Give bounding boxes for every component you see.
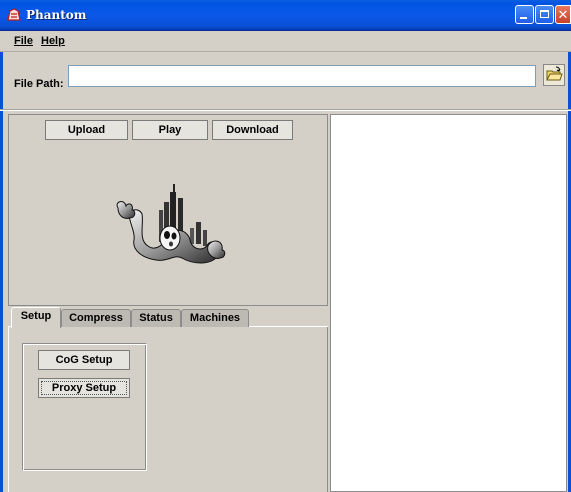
menu-file-label: File: [14, 35, 33, 47]
app-icon: [7, 8, 21, 21]
menu-help-label: Help: [41, 35, 65, 47]
minimize-button[interactable]: [515, 5, 534, 24]
menu-file[interactable]: File: [14, 35, 33, 47]
file-path-input[interactable]: [68, 65, 536, 87]
tab-machines[interactable]: Machines: [181, 309, 249, 327]
ghost-logo: [116, 184, 226, 264]
play-button[interactable]: Play: [132, 120, 208, 140]
minimize-icon: [520, 17, 527, 19]
file-path-label: File Path:: [14, 78, 64, 90]
window-border-left: [0, 30, 3, 492]
tab-status[interactable]: Status: [131, 309, 181, 327]
close-icon: ✕: [557, 7, 569, 22]
open-folder-icon: [546, 66, 563, 81]
close-button[interactable]: ✕: [555, 5, 571, 24]
download-button[interactable]: Download: [212, 120, 293, 140]
maximize-icon: [540, 10, 549, 18]
output-panel[interactable]: [330, 114, 567, 492]
maximize-button[interactable]: [535, 5, 554, 24]
tab-compress[interactable]: Compress: [61, 309, 131, 327]
menu-bar: [0, 31, 571, 52]
separator: [0, 109, 571, 111]
menu-help[interactable]: Help: [41, 35, 65, 47]
upload-button[interactable]: Upload: [45, 120, 128, 140]
window-title: Phantom: [26, 8, 87, 22]
cog-setup-button[interactable]: CoG Setup: [38, 350, 130, 370]
proxy-setup-button[interactable]: Proxy Setup: [38, 378, 130, 398]
tab-setup[interactable]: Setup: [11, 307, 61, 328]
browse-button[interactable]: [543, 64, 565, 86]
